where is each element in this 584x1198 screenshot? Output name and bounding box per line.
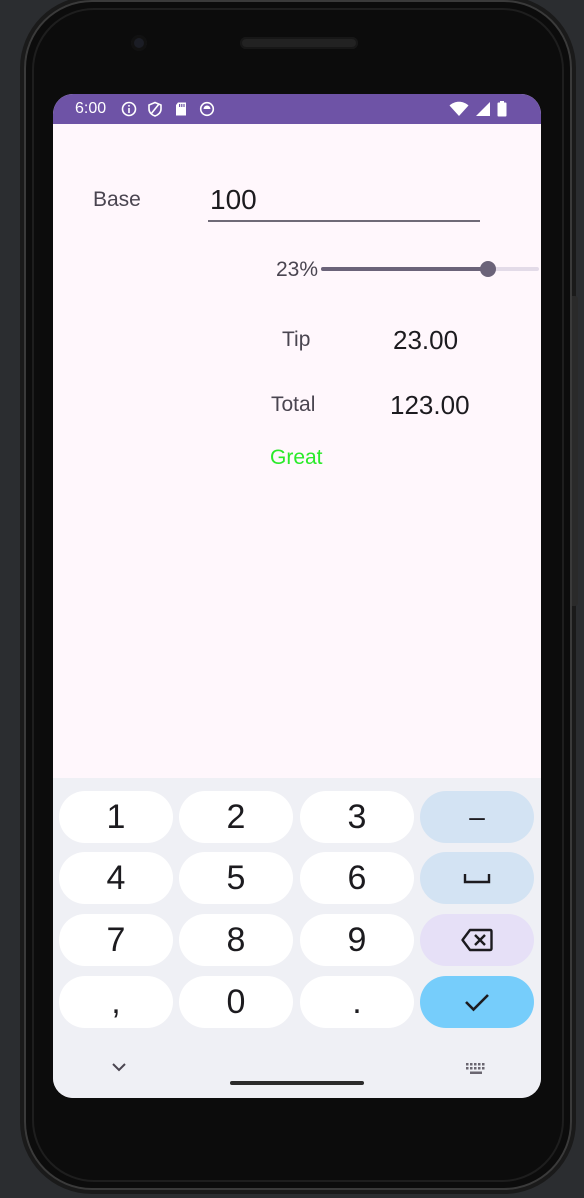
- numeric-keyboard: 1 2 3 – 4 5 6 7 8 9 , 0 .: [53, 778, 541, 1098]
- key-1[interactable]: 1: [59, 791, 173, 843]
- key-0[interactable]: 0: [179, 976, 293, 1028]
- key-6[interactable]: 6: [300, 852, 414, 904]
- tip-percent-slider[interactable]: [321, 267, 539, 271]
- key-label: .: [352, 982, 362, 1021]
- key-9[interactable]: 9: [300, 914, 414, 966]
- base-amount-input[interactable]: [208, 180, 480, 222]
- key-backspace[interactable]: [420, 914, 534, 966]
- chevron-down-icon[interactable]: [111, 1062, 127, 1072]
- status-icons-right: [449, 101, 507, 117]
- key-comma[interactable]: ,: [59, 976, 173, 1028]
- sd-card-icon: [176, 102, 186, 116]
- battery-icon: [497, 101, 507, 117]
- status-icons-left: [121, 101, 215, 117]
- key-period[interactable]: .: [300, 976, 414, 1028]
- tip-rating-text: Great: [270, 446, 323, 469]
- cell-signal-icon: [476, 102, 490, 116]
- keyboard-icon[interactable]: [465, 1062, 487, 1076]
- volume-button: [572, 296, 578, 606]
- tip-percent-label: 23%: [276, 258, 319, 281]
- key-label: 3: [347, 797, 367, 836]
- front-camera: [131, 35, 147, 51]
- slider-active-track: [321, 267, 488, 271]
- wifi-icon: [449, 101, 469, 116]
- screen: 6:00 Base 100 23% Tip 23.00 Total 123.00…: [53, 94, 541, 1098]
- space-icon: [463, 874, 491, 884]
- key-minus[interactable]: –: [420, 791, 534, 843]
- shield-icon: [148, 101, 162, 117]
- gesture-home-bar[interactable]: [230, 1081, 364, 1085]
- key-label: 6: [347, 858, 367, 897]
- status-bar: 6:00: [53, 94, 541, 124]
- total-label: Total: [271, 393, 316, 416]
- key-label: 2: [226, 797, 246, 836]
- key-label: 8: [226, 920, 246, 959]
- sync-icon: [199, 101, 215, 117]
- key-3[interactable]: 3: [300, 791, 414, 843]
- key-label: 7: [106, 920, 126, 959]
- key-5[interactable]: 5: [179, 852, 293, 904]
- key-8[interactable]: 8: [179, 914, 293, 966]
- key-label: 5: [226, 858, 246, 897]
- earpiece-speaker: [240, 37, 358, 49]
- info-icon: [121, 101, 137, 117]
- key-label: 0: [226, 982, 246, 1021]
- tip-label: Tip: [282, 328, 311, 351]
- check-icon: [465, 994, 489, 1012]
- key-7[interactable]: 7: [59, 914, 173, 966]
- key-label: 4: [106, 858, 126, 897]
- key-done[interactable]: [420, 976, 534, 1028]
- base-label: Base: [93, 188, 141, 211]
- backspace-icon: [461, 928, 493, 952]
- slider-thumb[interactable]: [480, 261, 496, 277]
- key-label: 9: [347, 920, 367, 959]
- key-label: 1: [106, 797, 126, 836]
- key-space[interactable]: [420, 852, 534, 904]
- key-label: ,: [111, 982, 121, 1021]
- key-2[interactable]: 2: [179, 791, 293, 843]
- tip-amount: 23.00: [393, 325, 459, 355]
- minus-icon: –: [469, 801, 485, 832]
- total-amount: 123.00: [390, 390, 470, 420]
- status-time: 6:00: [75, 100, 107, 117]
- key-4[interactable]: 4: [59, 852, 173, 904]
